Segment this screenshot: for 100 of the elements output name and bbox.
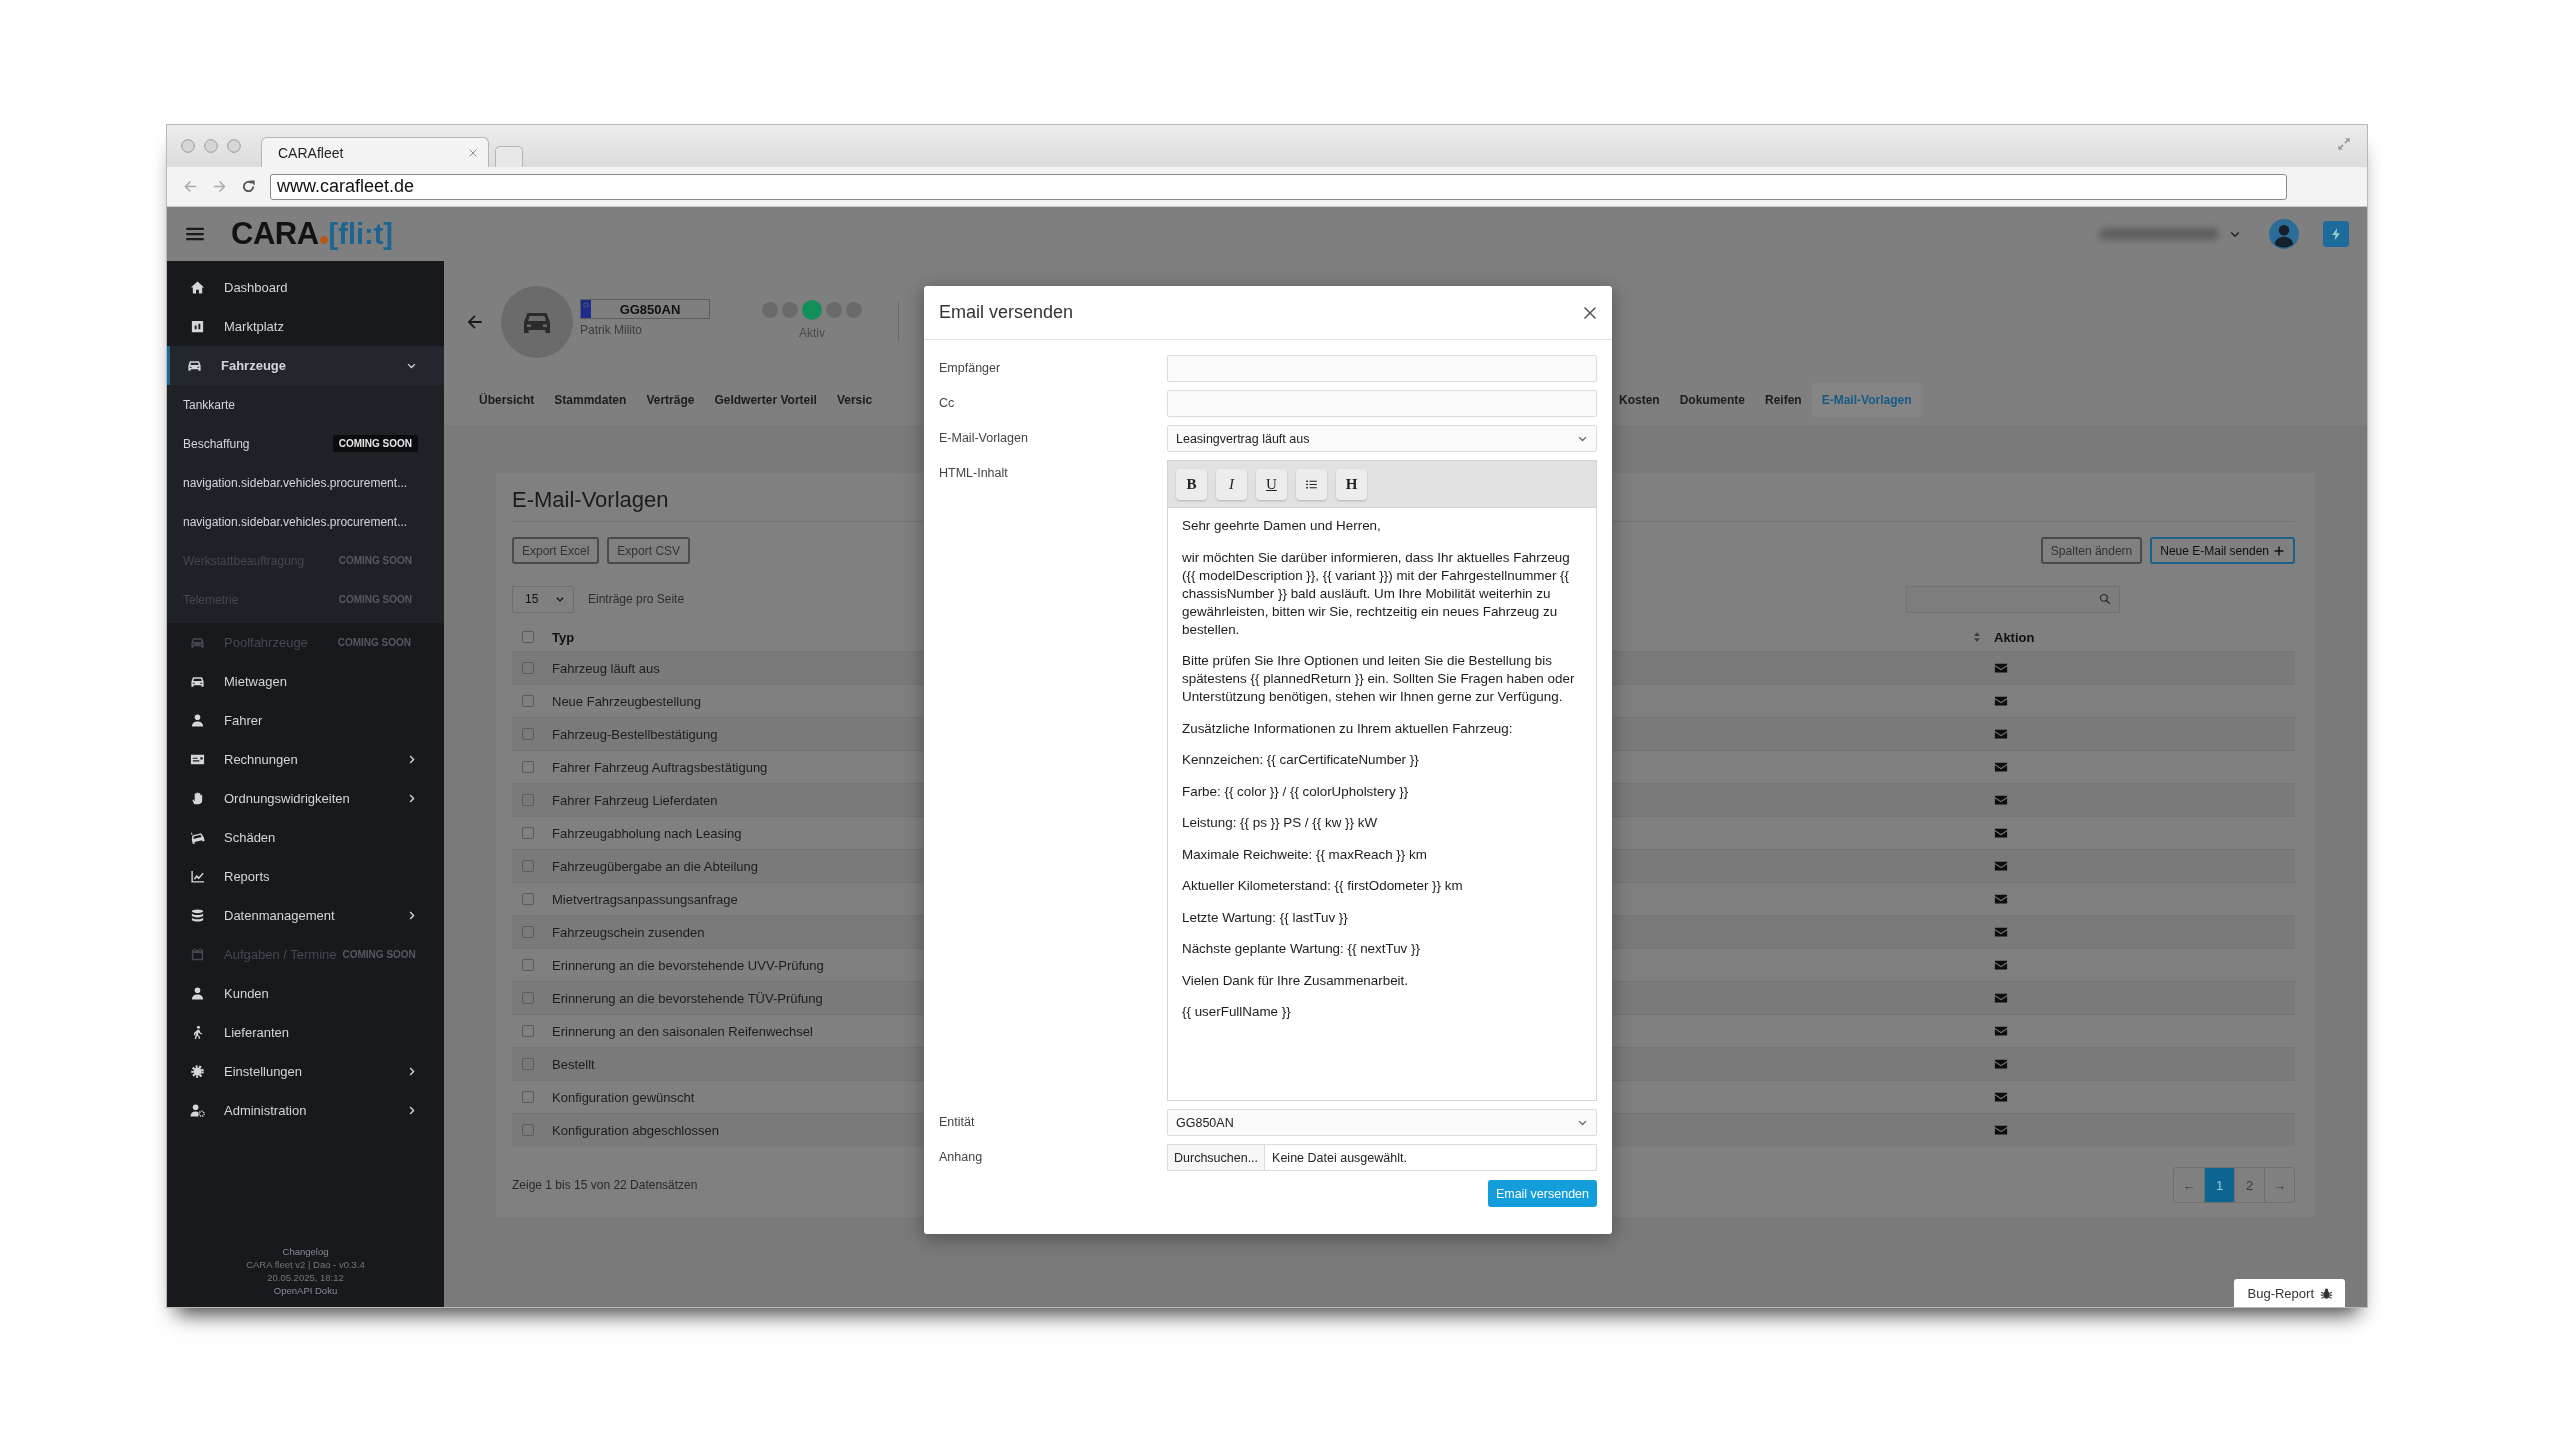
text-field[interactable] (1167, 390, 1597, 417)
back-button[interactable] (183, 179, 198, 194)
mail-icon[interactable] (1994, 991, 2008, 1005)
select-field[interactable]: Leasingvertrag läuft aus (1167, 425, 1597, 452)
mail-icon[interactable] (1994, 1057, 2008, 1071)
sidebar-item[interactable]: Lieferanten (167, 1013, 444, 1052)
editor-content[interactable] (1167, 507, 1597, 1101)
sidebar-item[interactable]: Mietwagen (167, 662, 444, 701)
format-button[interactable]: H (1336, 468, 1367, 500)
sidebar-item[interactable]: Administration (167, 1091, 444, 1130)
records-info: Zeige 1 bis 15 von 22 Datensätzen (512, 1178, 698, 1192)
sidebar-item[interactable]: Schäden (167, 818, 444, 857)
table-cell: Erinnerung an die bevorstehende TÜV-Prüfung (552, 990, 823, 1006)
checkbox[interactable] (522, 860, 534, 872)
mail-icon[interactable] (1994, 859, 2008, 873)
checkbox[interactable] (522, 1058, 534, 1070)
browser-tab[interactable]: CARAfleet (261, 137, 489, 167)
tab[interactable]: Kosten (1609, 383, 1670, 417)
sort-icon[interactable] (1971, 631, 1983, 643)
file-input[interactable]: Durchsuchen... Keine Datei ausgewählt. (1167, 1144, 1597, 1171)
tab[interactable]: Verträge (636, 383, 705, 417)
close-icon[interactable] (1582, 304, 1598, 321)
mail-icon[interactable] (1994, 1090, 2008, 1104)
sidebar-subitem[interactable]: navigation.sidebar.vehicles.procurement... (167, 502, 444, 541)
checkbox[interactable] (522, 992, 534, 1004)
tab[interactable]: Versic (826, 383, 883, 417)
new-tab-button[interactable] (495, 146, 523, 167)
plate-number: GG850AN (618, 301, 682, 317)
mail-icon[interactable] (1994, 661, 2008, 675)
window-control[interactable] (204, 139, 218, 153)
checkbox[interactable] (522, 761, 534, 773)
tab[interactable]: Dokumente (1669, 383, 1755, 417)
checkbox[interactable] (522, 794, 534, 806)
sidebar-item[interactable]: Einstellungen (167, 1052, 444, 1091)
tab[interactable]: Übersicht (469, 383, 545, 417)
bolt-button[interactable] (2323, 221, 2349, 247)
search-field[interactable] (1906, 585, 2120, 613)
browse-button[interactable]: Durchsuchen... (1168, 1145, 1266, 1170)
sidebar-item[interactable]: Datenmanagement (167, 896, 444, 935)
footer-link[interactable]: Changelog (282, 1245, 329, 1258)
footer-link[interactable]: OpenAPI Doku (273, 1284, 338, 1297)
sidebar-item[interactable]: Reports (167, 857, 444, 896)
checkbox[interactable] (522, 631, 534, 643)
checkbox[interactable] (522, 695, 534, 707)
bug-report-button[interactable]: Bug-Report (2233, 1279, 2345, 1307)
select-field[interactable]: GG850AN (1167, 1109, 1597, 1136)
checkbox[interactable] (522, 1091, 534, 1103)
checkbox[interactable] (522, 893, 534, 905)
table-cell: Fahrzeugabholung nach Leasing (552, 825, 742, 841)
coming-soon-label: COMING SOON (337, 554, 413, 568)
address-field[interactable]: www.carafleet.de (270, 173, 2287, 200)
format-button[interactable]: B (1176, 468, 1207, 500)
page-size-select[interactable]: 15 (512, 585, 574, 613)
logo-dot-icon (319, 236, 328, 244)
user-icon (190, 713, 205, 728)
new-email-button[interactable]: Neue E-Mail senden (2150, 537, 2295, 564)
sidebar-item[interactable]: Dashboard (167, 268, 444, 307)
sidebar-subitem[interactable]: navigation.sidebar.vehicles.procurement... (167, 463, 444, 502)
email-paragraph: Kennzeichen: {{ carCertificateNumber }} (1182, 751, 1420, 769)
mail-icon[interactable] (1994, 826, 2008, 840)
mail-icon[interactable] (1994, 793, 2008, 807)
tab[interactable]: Reifen (1755, 383, 1812, 417)
checkbox[interactable] (522, 1124, 534, 1136)
text-field[interactable] (1167, 355, 1597, 382)
mail-icon[interactable] (1994, 1024, 2008, 1038)
window-control[interactable] (227, 139, 241, 153)
mail-icon[interactable] (1994, 727, 2008, 741)
sidebar-item[interactable]: Fahrer (167, 701, 444, 740)
sidebar-item[interactable]: Ordnungswidrigkeiten (167, 779, 444, 818)
tab[interactable]: Geldwerter Vorteil (704, 383, 827, 417)
mail-icon[interactable] (1994, 694, 2008, 708)
eu-flag-icon (581, 300, 591, 318)
window-control[interactable] (181, 139, 195, 153)
checkbox[interactable] (522, 959, 534, 971)
checkbox[interactable] (522, 827, 534, 839)
reload-button[interactable] (241, 179, 256, 194)
mail-icon[interactable] (1994, 892, 2008, 906)
checkbox[interactable] (522, 728, 534, 740)
checkbox[interactable] (522, 662, 534, 674)
sidebar-item[interactable]: Rechnungen (167, 740, 444, 779)
list-button[interactable] (1296, 468, 1327, 500)
checkbox[interactable] (522, 926, 534, 938)
forward-button[interactable] (212, 179, 227, 194)
mail-icon[interactable] (1994, 760, 2008, 774)
back-button[interactable] (466, 313, 484, 331)
tab[interactable]: Stammdaten (544, 383, 637, 417)
plus-icon (2273, 544, 2285, 557)
sidebar-item[interactable]: Kunden (167, 974, 444, 1013)
mail-icon[interactable] (1994, 925, 2008, 939)
sidebar-subitem[interactable]: Tankkarte (167, 385, 444, 424)
sidebar-subitem[interactable]: Beschaffung COMING SOON (167, 424, 444, 463)
user-avatar[interactable] (2269, 219, 2299, 249)
expand-icon[interactable] (2337, 137, 2351, 151)
format-button[interactable]: I (1216, 468, 1247, 500)
mail-icon[interactable] (1994, 958, 2008, 972)
mail-icon[interactable] (1994, 1123, 2008, 1137)
sidebar-item[interactable]: Fahrzeuge (167, 346, 444, 385)
sidebar-item[interactable]: Marktplatz (167, 307, 444, 346)
format-button[interactable]: U (1256, 468, 1287, 500)
checkbox[interactable] (522, 1025, 534, 1037)
